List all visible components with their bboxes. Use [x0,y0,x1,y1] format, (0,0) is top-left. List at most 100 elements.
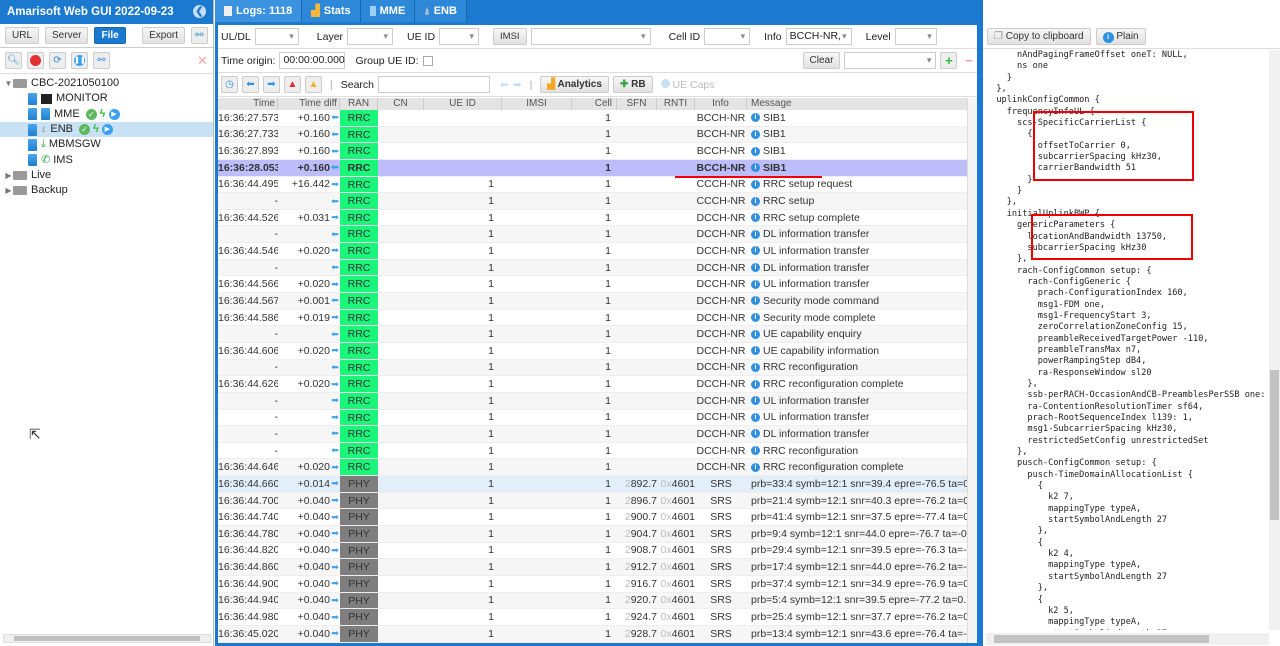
plain-button[interactable]: i Plain [1095,28,1146,45]
log-row[interactable]: 16:36:44.700 +0.040 ➡ PHY 1 1 2896.7 0x4601 SRS p… [218,492,970,510]
tree-node-monitor[interactable]: MONITOR [0,91,213,106]
info-icon[interactable]: i [751,446,760,456]
log-row[interactable]: 16:36:44.740 +0.040 ➡ PHY 1 1 2900.7 0x4601 SRS p… [218,509,970,527]
stop-icon[interactable] [27,52,44,69]
uldl-select[interactable] [254,28,299,45]
search-next-icon[interactable]: ➡ [513,79,522,91]
tree-node-ims[interactable]: ✆ IMS [0,152,213,167]
log-row[interactable]: 16:36:44.495 +16.442 ➡ RRC 1 1 CCCH-NR i RRC set… [218,176,970,194]
tree-node-mme[interactable]: MME ✓ ϟ ▶ [0,107,213,122]
log-row[interactable]: - ⬅ RRC 1 1 DCCH-NR i DL information transfer [218,226,970,244]
tree-node-live[interactable]: ▶ Live [0,168,213,183]
col-info[interactable]: Info [695,98,747,110]
close-icon[interactable]: ✕ [197,53,208,69]
vertical-scrollbar[interactable] [967,98,977,643]
info-icon[interactable]: i [751,429,760,439]
log-row[interactable]: 16:36:44.820 +0.040 ➡ PHY 1 1 2908.7 0x4601 SRS p… [218,542,970,560]
log-row[interactable]: 16:36:44.780 +0.040 ➡ PHY 1 1 2904.7 0x4601 SRS p… [218,526,970,543]
col-cell[interactable]: Cell [572,98,617,110]
copy-to-clipboard-button[interactable]: ❐ Copy to clipboard [987,28,1091,45]
remove-icon[interactable]: − [961,53,977,68]
log-row[interactable]: 16:36:45.020 +0.040 ➡ PHY 1 1 2928.7 0x4601 SRS p… [218,625,970,643]
play-icon[interactable]: ▶ [108,108,120,120]
layer-select[interactable] [347,28,394,45]
clock-icon[interactable]: ◷ [221,76,238,93]
tree-node-mbmsgw[interactable]: ⤓ MBMSGW [0,137,213,152]
info-icon[interactable]: i [751,396,760,406]
search-input[interactable] [378,76,491,93]
warning-icon[interactable]: ▲ [305,76,322,93]
log-row[interactable]: 16:36:44.567 +0.001 ⬅ RRC 1 1 DCCH-NR i Security… [218,293,970,310]
log-row[interactable]: - ➡ RRC 1 1 DCCH-NR i UL information transfer [218,409,970,427]
rb-button[interactable]: ✚ RB [612,76,653,93]
info-icon[interactable]: i [751,412,760,422]
log-row[interactable]: 16:36:44.940 +0.040 ➡ PHY 1 1 2920.7 0x4601 SRS p… [218,592,970,610]
cellid-select[interactable] [704,28,751,45]
info-icon[interactable]: i [751,196,760,206]
info-icon[interactable]: i [751,329,760,339]
log-row[interactable]: 16:36:44.586 +0.019 ➡ RRC 1 1 DCCH-NR i Security… [218,309,970,327]
log-row[interactable]: 16:36:44.660 +0.014 ➡ PHY 1 1 2892.7 0x4601 SRS p… [218,476,970,493]
col-cn[interactable]: CN [378,98,424,110]
info-icon[interactable]: i [751,213,760,223]
log-row[interactable]: - ➡ RRC 1 1 DCCH-NR i UL information transfer [218,392,970,410]
log-row[interactable]: 16:36:44.626 +0.020 ➡ RRC 1 1 DCCH-NR i RRC reco… [218,376,970,393]
info-icon[interactable]: i [751,263,760,273]
imsi-button[interactable]: IMSI [493,28,527,45]
info-icon[interactable]: i [751,146,760,156]
col-timediff[interactable]: Time diff [278,98,340,110]
tab-enb[interactable]: ⍋ ENB [415,0,467,22]
connect-icon[interactable]: ⚯ [191,27,208,44]
collapse-panel-icon[interactable]: ❮ [193,5,206,18]
log-row[interactable]: 16:36:27.893 +0.160 ⬅ RRC 1 BCCH-NR i SIB1 [218,143,970,160]
info-icon[interactable]: i [751,129,760,139]
info-icon[interactable]: i [751,346,760,356]
refresh-icon[interactable]: ⟳ [49,52,66,69]
imsi-select[interactable] [530,28,651,45]
tree-node-enb[interactable]: ⍋ ENB ✓ ϟ ▶ [0,121,213,138]
pause-icon[interactable]: ❚❚ [71,52,88,69]
log-row[interactable]: 16:36:44.546 +0.020 ➡ RRC 1 1 DCCH-NR i UL infor… [218,243,970,260]
tab-logs[interactable]: Logs: 1118 [215,0,303,22]
log-row[interactable]: 16:36:44.860 +0.040 ➡ PHY 1 1 2912.7 0x4601 SRS p… [218,559,970,576]
tree-node-root[interactable]: ▼ CBC-2021050100 [0,76,213,91]
info-icon[interactable]: i [751,279,760,289]
play-icon[interactable]: ▶ [101,124,113,136]
info-icon[interactable]: i [751,229,760,239]
url-button[interactable]: URL [5,27,40,44]
search-icon[interactable]: 🔍︎ [5,52,22,69]
ueid-select[interactable] [439,28,480,45]
clear-button[interactable]: Clear [802,52,841,69]
log-row[interactable]: 16:36:27.733 +0.160 ⬅ RRC 1 BCCH-NR i SIB1 [218,126,970,144]
log-row[interactable]: - ⬅ RRC 1 1 DCCH-NR i RRC reconfiguration [218,359,970,377]
info-icon[interactable]: i [751,313,760,322]
uecaps-button[interactable]: UE Caps [657,78,715,91]
info-icon[interactable]: i [751,379,760,389]
horizontal-scrollbar[interactable] [3,634,211,643]
log-row[interactable]: 16:36:44.646 +0.020 ➡ RRC 1 1 DCCH-NR i RRC reco… [218,459,970,477]
log-row[interactable]: - ⬅ RRC 1 1 CCCH-NR i RRC setup [218,193,970,210]
server-button[interactable]: Server [45,27,89,44]
col-message[interactable]: Message [747,98,970,110]
detail-vertical-scrollbar[interactable] [1269,50,1280,630]
col-time[interactable]: Time [218,98,278,110]
log-row[interactable]: - ⬅ RRC 1 1 DCCH-NR i UE capability enquiry [218,326,970,343]
log-row[interactable]: 16:36:44.980 +0.040 ➡ PHY 1 1 2924.7 0x4601 SRS p… [218,609,970,626]
log-row[interactable]: 16:36:27.573 +0.160 ⬅ RRC 1 BCCH-NR i SIB1 [218,110,970,127]
expand-arrow-icon[interactable]: ▶ [4,168,13,183]
info-icon[interactable]: i [751,113,760,123]
log-row[interactable]: - ⬅ RRC 1 1 DCCH-NR i DL information transfer [218,426,970,443]
info-icon[interactable]: i [751,362,760,372]
info-select[interactable]: BCCH-NR, [785,28,852,45]
log-row[interactable]: - ⬅ RRC 1 1 DCCH-NR i DL information transfer [218,259,970,277]
info-icon[interactable]: i [751,296,760,306]
analytics-button[interactable]: ▟ Analytics [540,76,609,93]
error-icon[interactable]: ▲ [284,76,301,93]
expand-arrow-icon[interactable]: ▼ [4,76,13,91]
tab-stats[interactable]: ▟ Stats [302,0,361,22]
col-ueid[interactable]: UE ID [424,98,502,110]
next-arrow-icon[interactable]: ➡ [263,76,280,93]
search-prev-icon[interactable]: ⬅ [500,79,509,91]
detail-horizontal-scrollbar[interactable] [986,633,1269,645]
log-row[interactable]: 16:36:44.606 +0.020 ➡ RRC 1 1 DCCH-NR i UE capab… [218,342,970,360]
